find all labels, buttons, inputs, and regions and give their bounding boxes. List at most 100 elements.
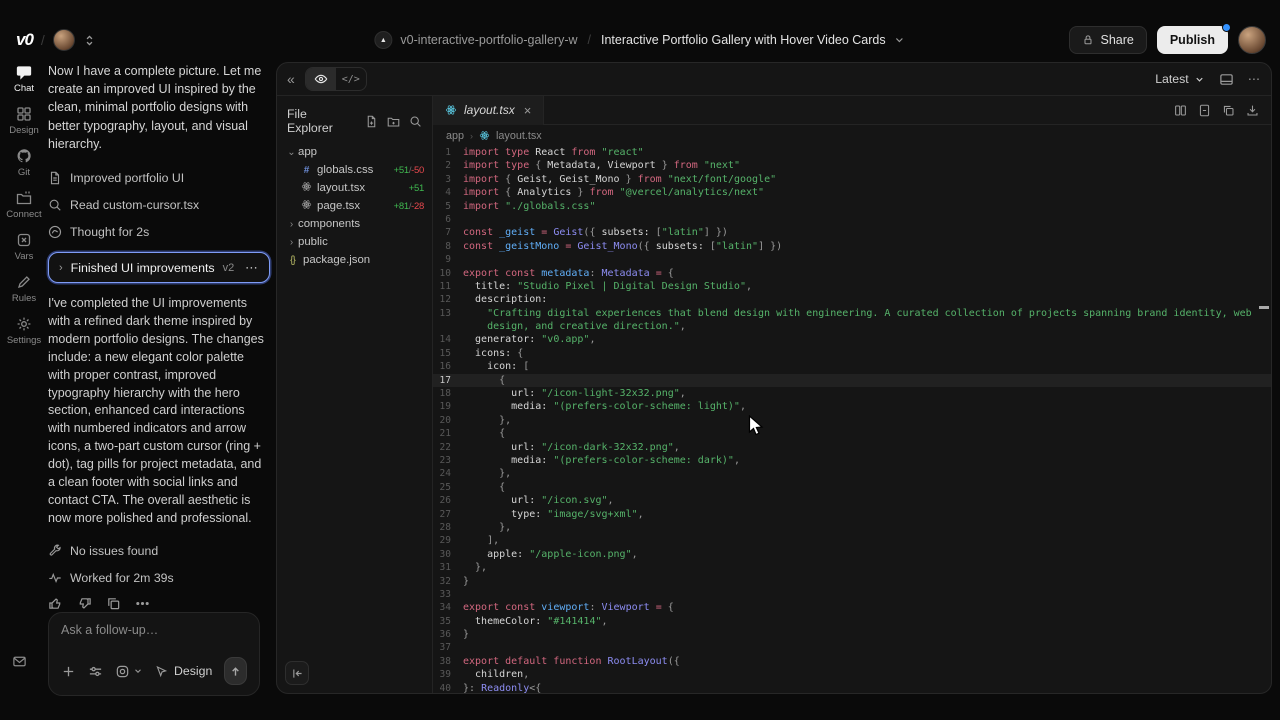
code-line: 38export default function RootLayout({ xyxy=(433,655,1271,668)
chevron-right-icon: › xyxy=(285,219,298,230)
code-line: 37 xyxy=(433,641,1271,654)
add-attachment-icon[interactable] xyxy=(61,664,76,679)
new-file-icon[interactable] xyxy=(365,115,378,128)
code-line: 25 { xyxy=(433,481,1271,494)
chevron-down-icon[interactable] xyxy=(894,34,906,46)
code-line: 23 media: "(prefers-color-scheme: dark)"… xyxy=(433,454,1271,467)
code-line: 13 "Crafting digital experiences that bl… xyxy=(433,307,1271,320)
folder-row-app[interactable]: ⌄app xyxy=(285,143,424,161)
folder-row-public[interactable]: ›public xyxy=(285,233,424,251)
version-dropdown[interactable]: Latest xyxy=(1155,72,1205,86)
code-editor[interactable]: 1import type React from "react"2import t… xyxy=(433,146,1271,693)
cursor-icon xyxy=(155,665,168,678)
thumbs-up-icon[interactable] xyxy=(48,596,63,611)
task-item[interactable]: Improved portfolio UI xyxy=(48,164,270,191)
collapse-panel-icon[interactable]: « xyxy=(287,71,295,87)
source-file-icon[interactable] xyxy=(1198,104,1211,117)
sidebar-item-connect[interactable]: Connect xyxy=(0,190,48,220)
sidebar-item-git[interactable]: Git xyxy=(0,148,48,178)
new-folder-icon[interactable] xyxy=(387,115,400,128)
preview-eye-button[interactable] xyxy=(306,68,336,90)
code-line: design, and creative direction.", xyxy=(433,320,1271,333)
left-rail: Chat Design Git Connect Vars Rules Settings xyxy=(0,64,48,346)
task-menu-icon[interactable]: ⋯ xyxy=(245,260,259,276)
search-icon xyxy=(48,198,62,212)
copy-icon[interactable] xyxy=(1222,104,1235,117)
code-line: 15 icons: { xyxy=(433,347,1271,360)
workspace-switcher-icon[interactable] xyxy=(83,34,96,47)
publish-label: Publish xyxy=(1170,33,1215,47)
close-tab-icon[interactable]: × xyxy=(524,103,532,118)
send-button[interactable] xyxy=(224,657,247,685)
sidebar-item-chat[interactable]: Chat xyxy=(0,64,48,94)
file-row-layout-tsx[interactable]: layout.tsx+51 xyxy=(285,179,424,197)
split-editor-icon[interactable] xyxy=(1174,104,1187,117)
folder-row-components[interactable]: ›components xyxy=(285,215,424,233)
status-item: Worked for 2m 39s xyxy=(48,565,270,592)
more-icon[interactable] xyxy=(135,596,150,611)
share-label: Share xyxy=(1100,33,1133,47)
settings-sliders-icon[interactable] xyxy=(88,664,103,679)
wrench-icon xyxy=(48,544,62,558)
sidebar-item-settings[interactable]: Settings xyxy=(0,316,48,346)
chevron-right-icon: › xyxy=(470,131,473,141)
thumbs-down-icon[interactable] xyxy=(77,596,92,611)
download-icon[interactable] xyxy=(1246,104,1259,117)
code-line: 16 icon: [ xyxy=(433,360,1271,373)
search-icon[interactable] xyxy=(409,115,422,128)
console-panel-icon[interactable] xyxy=(1219,72,1234,87)
breadcrumb-folder[interactable]: app xyxy=(446,130,464,142)
followup-input[interactable] xyxy=(61,623,247,637)
mail-icon[interactable] xyxy=(12,654,27,669)
code-line: 12 description: xyxy=(433,293,1271,306)
assistant-message: Now I have a complete picture. Let me cr… xyxy=(48,62,270,153)
connect-icon xyxy=(16,190,32,206)
copy-icon[interactable] xyxy=(106,596,121,611)
sidebar-item-rules[interactable]: Rules xyxy=(0,274,48,304)
react-icon xyxy=(445,104,457,116)
code-line: 28 }, xyxy=(433,521,1271,534)
workspace-avatar[interactable] xyxy=(53,29,75,51)
code-line: 4import { Analytics } from "@vercel/anal… xyxy=(433,186,1271,199)
model-selector[interactable] xyxy=(115,664,143,679)
design-mode-button[interactable]: Design xyxy=(155,664,212,678)
code-line: 20 }, xyxy=(433,414,1271,427)
latest-label: Latest xyxy=(1155,72,1189,86)
css-icon: # xyxy=(299,165,314,176)
chat-panel: Now I have a complete picture. Let me cr… xyxy=(48,62,270,710)
code-line: 10export const metadata: Metadata = { xyxy=(433,267,1271,280)
task-item[interactable]: Read custom-cursor.tsx xyxy=(48,191,270,218)
chevron-down-icon xyxy=(133,666,143,676)
code-view-button[interactable]: </> xyxy=(336,68,366,90)
file-row-package-json[interactable]: {}package.json xyxy=(285,251,424,269)
chevron-down-icon: ⌄ xyxy=(285,147,298,158)
v0-logo[interactable]: v0 xyxy=(16,30,33,50)
file-row-globals-css[interactable]: #globals.css+51/-50 xyxy=(285,161,424,179)
code-line: 2import type { Metadata, Viewport } from… xyxy=(433,159,1271,172)
breadcrumb-page[interactable]: Interactive Portfolio Gallery with Hover… xyxy=(601,33,886,47)
sidebar-item-design[interactable]: Design xyxy=(0,106,48,136)
sidebar-item-vars[interactable]: Vars xyxy=(0,232,48,262)
code-line: 27 type: "image/svg+xml", xyxy=(433,508,1271,521)
file-icon xyxy=(48,171,62,185)
collapse-explorer-button[interactable] xyxy=(285,661,309,685)
status-list: No issues foundWorked for 2m 39s xyxy=(48,538,270,592)
more-icon[interactable]: ⋯ xyxy=(1248,72,1261,86)
followup-composer: Design xyxy=(48,612,260,696)
tab-layout-tsx[interactable]: layout.tsx × xyxy=(433,96,544,125)
diff-stats: +51/-50 xyxy=(394,165,424,176)
task-item[interactable]: Thought for 2s xyxy=(48,218,270,245)
breadcrumb-file[interactable]: layout.tsx xyxy=(496,130,542,142)
code-line: 6 xyxy=(433,213,1271,226)
share-button[interactable]: Share xyxy=(1069,26,1146,54)
breadcrumb-project[interactable]: v0-interactive-portfolio-gallery-w xyxy=(400,33,577,47)
deployment-status-icon[interactable]: ▲ xyxy=(374,31,392,49)
top-bar: v0 / ▲ v0-interactive-portfolio-gallery-… xyxy=(0,16,1280,64)
design-label: Design xyxy=(174,664,212,678)
file-row-page-tsx[interactable]: page.tsx+81/-28 xyxy=(285,197,424,215)
status-item: No issues found xyxy=(48,538,270,565)
user-avatar[interactable] xyxy=(1238,26,1266,54)
react-icon xyxy=(479,130,490,141)
publish-button[interactable]: Publish xyxy=(1157,26,1228,54)
finished-task-card[interactable]: › Finished UI improvements v2 ⋯ xyxy=(48,252,270,283)
